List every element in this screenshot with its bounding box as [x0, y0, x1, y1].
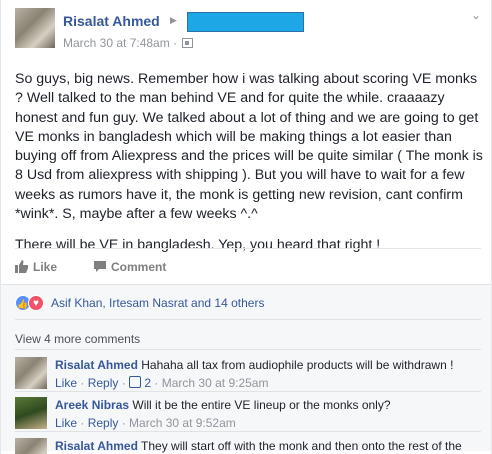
comment-reply-link[interactable]: Reply	[88, 376, 119, 390]
comments-section: 👍 ♥ Asif Khan, Irtesam Nasrat and 14 oth…	[1, 284, 491, 454]
comment-body: They will start off with the monk and th…	[141, 439, 462, 453]
comment-like-count[interactable]: 2	[144, 376, 151, 390]
divider	[15, 319, 481, 320]
comment-timestamp[interactable]: March 30 at 9:25am	[162, 376, 269, 390]
comment-text: Areek Nibras Will it be the entire VE li…	[55, 397, 391, 413]
comment-text: Risalat Ahmed Hahaha all tax from audiop…	[55, 357, 453, 373]
post-paragraph: So guys, big news. Remember how i was ta…	[15, 71, 483, 223]
comment-text: Risalat Ahmed They will start off with t…	[55, 438, 462, 454]
divider	[15, 431, 481, 432]
post-timestamp[interactable]: March 30 at 7:48am	[63, 36, 170, 50]
reaction-names[interactable]: Asif Khan, Irtesam Nasrat and 14 others	[51, 296, 264, 310]
like-count-icon	[129, 376, 142, 388]
comment-like-link[interactable]: Like	[55, 416, 77, 430]
post-header: Risalat Ahmed ▶ March 30 at 7:48am · ⌄	[15, 8, 485, 52]
post-meta: March 30 at 7:48am ·	[63, 36, 194, 50]
comment-icon	[94, 261, 106, 272]
facebook-post: Risalat Ahmed ▶ March 30 at 7:48am · ⌄ S…	[0, 0, 492, 454]
comment-like-link[interactable]: Like	[55, 376, 77, 390]
comment-reply-link[interactable]: Reply	[88, 416, 119, 430]
share-arrow-icon: ▶	[170, 15, 177, 25]
comment-timestamp[interactable]: March 30 at 9:52am	[129, 416, 236, 430]
divider	[15, 391, 481, 392]
view-more-comments-link[interactable]: View 4 more comments	[15, 332, 140, 346]
commenter-avatar[interactable]	[15, 438, 47, 454]
privacy-icon[interactable]	[182, 38, 194, 48]
comment-meta: Like · Reply · March 30 at 9:52am	[55, 416, 236, 430]
comment-body: Hahaha all tax from audiophile products …	[141, 358, 454, 372]
love-reaction-icon: ♥	[28, 295, 44, 311]
like-button[interactable]: Like	[15, 260, 57, 274]
redacted-recipient	[187, 12, 304, 32]
chevron-down-icon[interactable]: ⌄	[467, 8, 485, 22]
commenter-avatar[interactable]	[15, 357, 47, 389]
comment-body: Will it be the entire VE lineup or the m…	[132, 398, 391, 412]
comment-meta: Like · Reply · 2 · March 30 at 9:25am	[55, 376, 269, 390]
author-name[interactable]: Risalat Ahmed	[63, 13, 160, 29]
post-actions: Like Comment	[15, 248, 481, 283]
commenter-name[interactable]: Risalat Ahmed	[55, 439, 138, 453]
commenter-name[interactable]: Areek Nibras	[55, 398, 129, 412]
divider	[15, 349, 481, 350]
commenter-avatar[interactable]	[15, 397, 47, 429]
comment-button[interactable]: Comment	[93, 260, 166, 274]
author-avatar[interactable]	[15, 8, 55, 48]
post-body: So guys, big news. Remember how i was ta…	[15, 70, 485, 268]
thumbs-up-icon	[15, 260, 28, 273]
commenter-name[interactable]: Risalat Ahmed	[55, 358, 138, 372]
